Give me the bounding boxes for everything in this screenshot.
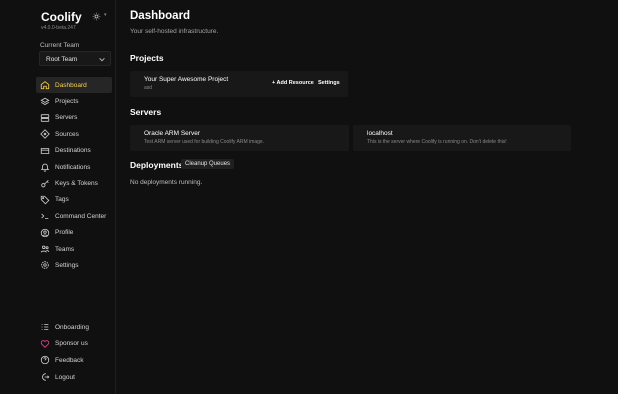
sidebar-item-label: Keys & Tokens — [55, 180, 98, 188]
sidebar-item-label: Tags — [55, 196, 69, 204]
sidebar-item-servers[interactable]: Servers — [36, 110, 112, 126]
sidebar-item-label: Profile — [55, 229, 74, 237]
key-icon — [40, 179, 50, 189]
sidebar-item-feedback[interactable]: Feedback — [36, 352, 112, 369]
server-description: Test ARM server used for building Coolif… — [144, 139, 265, 145]
sidebar-item-keys-tokens[interactable]: Keys & Tokens — [36, 175, 112, 191]
server-icon — [40, 113, 50, 123]
sidebar-item-label: Command Center — [55, 212, 107, 220]
git-icon — [40, 129, 50, 140]
logout-icon — [40, 372, 50, 382]
server-name: localhost — [367, 130, 393, 137]
sidebar-item-label: Teams — [55, 245, 75, 253]
deployments-heading: Deployments — [130, 160, 184, 170]
destination-icon — [40, 146, 50, 156]
sidebar-item-label: Destinations — [55, 147, 91, 155]
sidebar-item-sources[interactable]: Sources — [36, 126, 112, 142]
sidebar-nav: Dashboard Projects Servers Sources Desti… — [36, 77, 112, 274]
current-team-label: Current Team — [40, 42, 80, 49]
theme-toggle-button[interactable]: ▾ — [92, 11, 108, 21]
sidebar-item-label: Sources — [55, 130, 79, 138]
gear-icon — [40, 260, 50, 270]
tag-icon — [40, 195, 50, 205]
server-card[interactable]: Oracle ARM Server Test ARM server used f… — [130, 125, 349, 151]
chevron-down-icon: ▾ — [104, 12, 107, 18]
sidebar-item-onboarding[interactable]: Onboarding — [36, 319, 112, 336]
page-title: Dashboard — [130, 10, 191, 22]
cleanup-queues-button[interactable]: Cleanup Queues — [181, 159, 235, 169]
app-version: v4.0.0-beta.247 — [41, 25, 76, 31]
users-icon — [40, 244, 50, 254]
sidebar-item-label: Settings — [55, 261, 79, 269]
bell-icon — [40, 162, 50, 172]
sidebar-item-logout[interactable]: Logout — [36, 369, 112, 386]
chevron-down-icon — [99, 57, 105, 62]
deployments-empty-text: No deployments running. — [130, 179, 203, 186]
sidebar-item-projects[interactable]: Projects — [36, 93, 112, 109]
server-description: This is the server where Coolify is runn… — [367, 139, 507, 145]
sidebar-item-dashboard[interactable]: Dashboard — [36, 77, 112, 94]
sidebar-item-label: Sponsor us — [55, 340, 88, 348]
sidebar-item-sponsor[interactable]: Sponsor us — [36, 336, 112, 353]
sidebar-item-label: Dashboard — [55, 81, 87, 89]
sidebar-item-label: Feedback — [55, 356, 84, 364]
page-subtitle: Your self-hosted infrastructure. — [130, 28, 219, 35]
sidebar-item-label: Notifications — [55, 163, 91, 171]
team-select[interactable]: Root Team — [39, 51, 111, 66]
server-name: Oracle ARM Server — [144, 130, 200, 137]
sidebar-item-settings[interactable]: Settings — [36, 257, 112, 273]
add-resource-button[interactable]: + Add Resource — [272, 80, 314, 86]
help-icon — [40, 355, 50, 365]
team-select-value: Root Team — [46, 56, 78, 63]
project-environment: asd — [144, 85, 153, 91]
list-icon — [40, 322, 50, 332]
projects-heading: Projects — [130, 53, 164, 63]
sidebar-item-profile[interactable]: Profile — [36, 225, 112, 241]
project-name: Your Super Awesome Project — [144, 76, 229, 83]
sidebar-item-destinations[interactable]: Destinations — [36, 143, 112, 159]
terminal-icon — [40, 211, 50, 221]
sidebar-item-teams[interactable]: Teams — [36, 241, 112, 257]
sidebar-item-label: Onboarding — [55, 323, 89, 331]
user-icon — [40, 228, 50, 238]
project-card[interactable]: Your Super Awesome Project asd + Add Res… — [130, 71, 348, 97]
sidebar-bottom-nav: Onboarding Sponsor us Feedback Logout — [36, 319, 112, 385]
sidebar-item-label: Projects — [55, 98, 79, 106]
sidebar-item-notifications[interactable]: Notifications — [36, 159, 112, 175]
sun-icon — [92, 12, 101, 21]
servers-heading: Servers — [130, 107, 162, 117]
heart-icon — [40, 339, 50, 349]
sidebar-item-tags[interactable]: Tags — [36, 192, 112, 208]
layers-icon — [40, 97, 50, 107]
app-logo-text[interactable]: Coolify — [41, 10, 82, 24]
sidebar-item-label: Servers — [55, 114, 78, 122]
sidebar-item-command-center[interactable]: Command Center — [36, 208, 112, 224]
server-card[interactable]: localhost This is the server where Cooli… — [353, 125, 571, 151]
home-icon — [40, 80, 50, 90]
sidebar-item-label: Logout — [55, 373, 75, 381]
sidebar: Coolify v4.0.0-beta.247 ▾ Current Team R… — [0, 0, 116, 394]
project-settings-button[interactable]: Settings — [318, 80, 340, 86]
